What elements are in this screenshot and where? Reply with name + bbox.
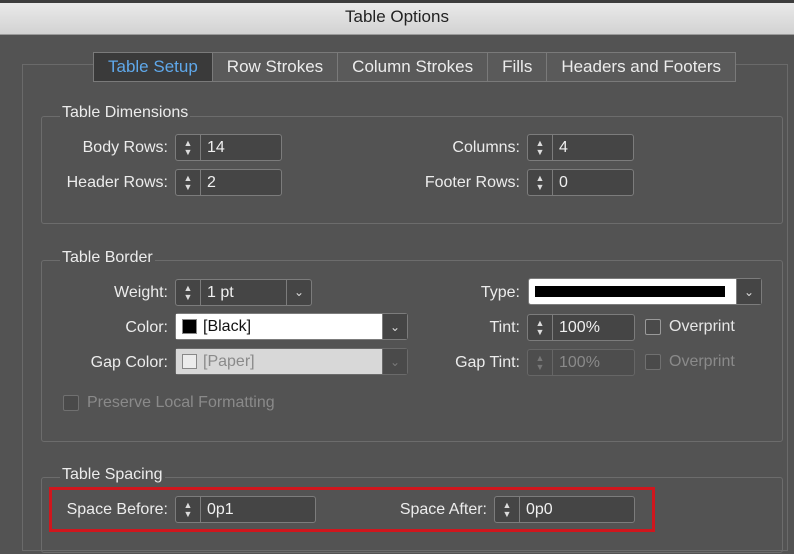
body-rows-value[interactable]: 14: [201, 135, 281, 160]
weight-value[interactable]: 1 pt: [201, 280, 286, 305]
gap-color-field[interactable]: [Paper]: [176, 349, 382, 374]
color-dropdown[interactable]: [Black] ⌄: [175, 313, 408, 340]
checkbox-icon[interactable]: [63, 395, 79, 411]
type-label: Type:: [480, 284, 520, 301]
gap-overprint-label: Overprint: [669, 353, 735, 370]
stepper-arrows-icon[interactable]: ▲ ▼: [176, 135, 201, 160]
footer-rows-label: Footer Rows:: [424, 174, 520, 191]
preserve-local-formatting-label: Preserve Local Formatting: [87, 394, 275, 411]
checkbox-icon[interactable]: [645, 354, 661, 370]
gap-color-dropdown[interactable]: [Paper] ⌄: [175, 348, 408, 375]
gap-tint-stepper[interactable]: ▲ ▼ 100%: [527, 349, 635, 376]
color-label: Color:: [125, 319, 168, 336]
stroke-type-dropdown[interactable]: ⌄: [528, 278, 762, 305]
body-rows-stepper[interactable]: ▲ ▼ 14: [175, 134, 282, 161]
table-spacing-title: Table Spacing: [60, 466, 165, 484]
chevron-down-icon[interactable]: ⌄: [286, 280, 311, 305]
stepper-arrows-icon[interactable]: ▲ ▼: [528, 315, 553, 340]
footer-rows-value[interactable]: 0: [553, 170, 633, 195]
columns-value[interactable]: 4: [553, 135, 633, 160]
weight-label: Weight:: [114, 284, 168, 301]
overprint-label: Overprint: [669, 318, 735, 335]
stepper-arrows-icon[interactable]: ▲ ▼: [528, 135, 553, 160]
footer-rows-stepper[interactable]: ▲ ▼ 0: [527, 169, 634, 196]
body-rows-label: Body Rows:: [82, 139, 168, 156]
tint-stepper[interactable]: ▲ ▼ 100%: [527, 314, 635, 341]
solid-line-icon: [535, 286, 725, 297]
header-rows-label: Header Rows:: [66, 174, 168, 191]
header-rows-value[interactable]: 2: [201, 170, 281, 195]
table-border-title: Table Border: [60, 249, 155, 267]
gap-color-label: Gap Color:: [90, 354, 168, 371]
gap-overprint-checkbox[interactable]: Overprint: [645, 353, 735, 371]
tint-value[interactable]: 100%: [553, 315, 634, 340]
tab-bar: Table Setup Row Strokes Column Strokes F…: [93, 52, 737, 82]
table-dimensions-title: Table Dimensions: [60, 104, 191, 122]
gap-tint-value[interactable]: 100%: [553, 350, 634, 375]
stepper-arrows-icon[interactable]: ▲ ▼: [528, 170, 553, 195]
overprint-checkbox[interactable]: Overprint: [645, 318, 735, 336]
tab-headers-and-footers[interactable]: Headers and Footers: [547, 53, 735, 81]
window-title: Table Options: [345, 7, 449, 26]
tab-fills[interactable]: Fills: [488, 53, 548, 81]
weight-stepper[interactable]: ▲ ▼ 1 pt ⌄: [175, 279, 312, 306]
stepper-arrows-icon[interactable]: ▲ ▼: [528, 350, 553, 375]
preserve-local-formatting-checkbox[interactable]: Preserve Local Formatting: [63, 394, 275, 412]
tint-label: Tint:: [489, 319, 520, 336]
tab-column-strokes[interactable]: Column Strokes: [338, 53, 489, 81]
gap-tint-label: Gap Tint:: [455, 354, 520, 371]
stroke-type-preview[interactable]: [529, 279, 736, 304]
annotation-highlight-box: [49, 487, 655, 532]
columns-label: Columns:: [452, 139, 520, 156]
color-value: [Black]: [203, 317, 252, 335]
tab-table-setup[interactable]: Table Setup: [94, 53, 213, 81]
color-field[interactable]: [Black]: [176, 314, 382, 339]
columns-stepper[interactable]: ▲ ▼ 4: [527, 134, 634, 161]
gap-color-value: [Paper]: [203, 352, 255, 370]
title-strip: [0, 0, 794, 3]
gap-color-swatch-icon: [182, 354, 197, 369]
chevron-down-icon[interactable]: ⌄: [736, 279, 761, 304]
stepper-arrows-icon[interactable]: ▲ ▼: [176, 170, 201, 195]
table-dimensions-group: [41, 116, 783, 224]
stepper-arrows-icon[interactable]: ▲ ▼: [176, 280, 201, 305]
color-swatch-icon: [182, 319, 197, 334]
checkbox-icon[interactable]: [645, 319, 661, 335]
header-rows-stepper[interactable]: ▲ ▼ 2: [175, 169, 282, 196]
tab-row-strokes[interactable]: Row Strokes: [213, 53, 339, 81]
title-bar: Table Options: [0, 0, 794, 35]
